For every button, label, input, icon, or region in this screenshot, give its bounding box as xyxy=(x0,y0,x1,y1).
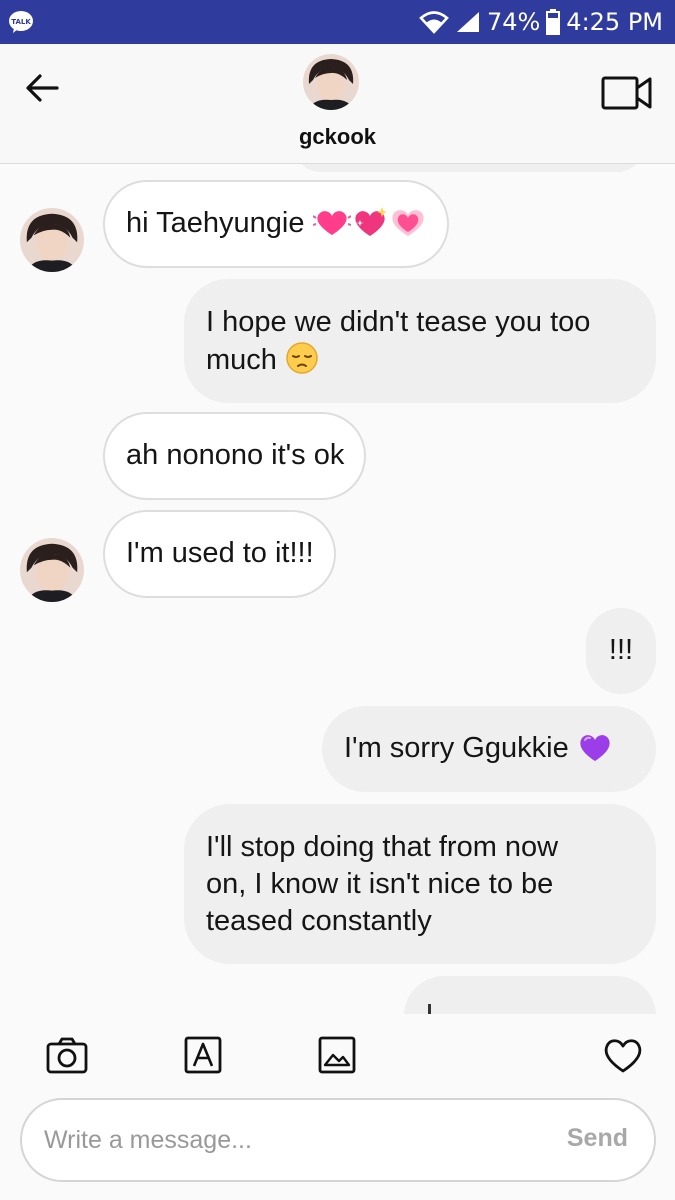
gallery-button[interactable] xyxy=(314,1032,360,1078)
contact-avatar[interactable] xyxy=(303,54,359,110)
avatar-image xyxy=(20,538,84,602)
message-line: much xyxy=(206,344,277,376)
message-line: teased constantly xyxy=(206,905,432,937)
purple-heart-icon xyxy=(580,735,610,761)
text-style-button[interactable] xyxy=(180,1032,226,1078)
contact-username[interactable]: gckook xyxy=(0,124,675,150)
attachment-toolbar xyxy=(0,1014,675,1100)
message-line: on, I know it isn't nice to be xyxy=(206,868,554,900)
svg-text:TALK: TALK xyxy=(11,18,31,26)
outgoing-message[interactable]: I'm sorry Ggukkie xyxy=(322,706,656,792)
message-text: !!! xyxy=(608,634,634,666)
outgoing-message[interactable]: I'll stop doing that from now on, I know… xyxy=(184,804,656,964)
message-text: I'm sorry Ggukkie xyxy=(344,732,569,764)
avatar-image xyxy=(20,208,84,272)
outgoing-message[interactable]: !!! xyxy=(586,608,656,694)
status-bar: TALK 74% 4:25 PM xyxy=(0,0,675,44)
video-call-button[interactable] xyxy=(601,74,653,112)
camera-icon xyxy=(46,1037,88,1074)
message-text: hi Taehyungie xyxy=(126,207,305,239)
cell-signal-icon xyxy=(456,12,479,32)
pensive-face-icon xyxy=(286,342,318,374)
message-thread[interactable]: hi Taehyungie I hope we didn't tease you… xyxy=(0,164,675,1014)
message-text: ah nonono it's ok xyxy=(126,439,345,471)
message-line: I'll stop doing that from now xyxy=(206,831,559,863)
incoming-message[interactable]: hi Taehyungie xyxy=(103,180,449,268)
sender-avatar[interactable] xyxy=(20,538,84,602)
sparkling-heart-icon xyxy=(354,207,387,236)
back-button[interactable] xyxy=(20,68,64,108)
outgoing-message[interactable]: I hope we didn't tease you too much xyxy=(184,279,656,403)
battery-percent: 74% xyxy=(486,8,541,36)
incoming-message[interactable]: ah nonono it's ok xyxy=(103,412,367,500)
gallery-icon xyxy=(318,1036,356,1074)
avatar-image xyxy=(303,54,359,110)
partial-message-bubble xyxy=(404,976,656,1014)
wifi-icon xyxy=(419,11,449,34)
growing-heart-icon xyxy=(391,210,424,236)
arrow-left-icon xyxy=(26,74,59,102)
heart-icon xyxy=(604,1039,642,1073)
kakaotalk-notification-icon: TALK xyxy=(9,11,33,33)
message-text: I'm used to it!!! xyxy=(126,537,314,569)
send-button[interactable]: Send xyxy=(567,1124,628,1153)
text-style-icon xyxy=(184,1036,222,1074)
message-composer: Send xyxy=(20,1098,656,1182)
clock: 4:25 PM xyxy=(566,8,663,36)
message-line: I hope we didn't tease you too xyxy=(206,306,591,338)
revolving-hearts-icon xyxy=(312,211,351,235)
chat-header: gckook xyxy=(0,44,675,164)
video-call-icon xyxy=(601,76,652,110)
partial-message-bubble xyxy=(296,164,642,172)
incoming-message[interactable]: I'm used to it!!! xyxy=(103,510,336,598)
battery-icon xyxy=(546,9,561,35)
like-button[interactable] xyxy=(600,1032,646,1078)
camera-button[interactable] xyxy=(44,1032,90,1078)
message-input[interactable] xyxy=(44,1120,524,1160)
sender-avatar[interactable] xyxy=(20,208,84,272)
